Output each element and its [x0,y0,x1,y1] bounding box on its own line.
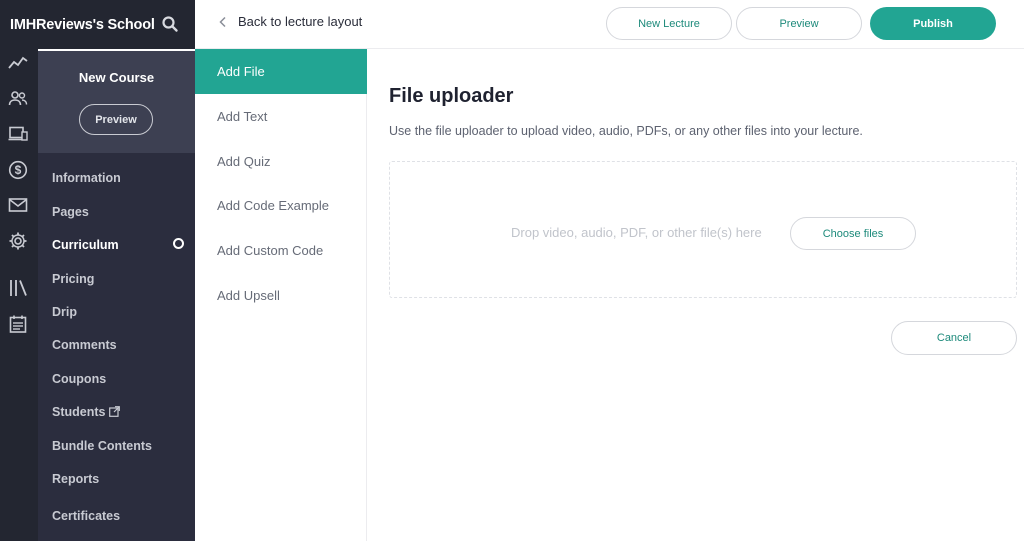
nav-item-pages[interactable]: Pages [52,205,89,219]
nav-item-curriculum[interactable]: Curriculum [52,238,119,252]
publish-button[interactable]: Publish [870,7,996,40]
nav-item-drip[interactable]: Drip [52,305,77,319]
add-quiz-item[interactable]: Add Quiz [195,139,367,184]
nav-item-students-label: Students [52,405,106,419]
course-header: New Course Preview [38,51,195,153]
preview-button[interactable]: Preview [736,7,862,40]
devices-icon[interactable] [7,124,29,144]
add-file-item[interactable]: Add File [195,49,367,94]
nav-item-comments[interactable]: Comments [52,338,117,352]
users-icon[interactable] [7,89,29,109]
icon-rail: $ [0,49,38,541]
file-uploader-panel: File uploader Use the file uploader to u… [389,49,1024,541]
course-title: New Course [78,70,155,85]
mail-icon[interactable] [7,195,29,215]
chevron-left-icon [219,16,226,27]
nav-item-students[interactable]: Students [52,405,121,419]
course-preview-button[interactable]: Preview [79,104,153,135]
nav-item-pricing[interactable]: Pricing [52,272,94,286]
file-dropzone[interactable]: Drop video, audio, PDF, or other file(s)… [389,161,1017,298]
active-indicator-icon [173,238,184,249]
back-label: Back to lecture layout [238,14,363,29]
gear-icon[interactable] [7,231,29,251]
calendar-icon[interactable] [7,314,29,334]
search-icon[interactable] [160,14,180,34]
add-upsell-item[interactable]: Add Upsell [195,273,367,318]
school-name[interactable]: IMHReviews's School [10,17,155,33]
trend-chart-icon[interactable] [7,53,29,73]
nav-item-bundle-contents[interactable]: Bundle Contents [52,439,152,453]
uploader-description: Use the file uploader to upload video, a… [389,124,863,138]
back-to-lecture-layout-link[interactable]: Back to lecture layout [217,14,362,29]
course-nav: New Course Preview Information Pages Cur… [38,51,195,541]
nav-item-information[interactable]: Information [52,171,121,185]
nav-item-certificates[interactable]: Certificates [52,509,120,523]
add-text-item[interactable]: Add Text [195,94,367,139]
nav-item-coupons[interactable]: Coupons [52,372,106,386]
drop-hint: Drop video, audio, PDF, or other file(s)… [511,225,762,240]
school-header: IMHReviews's School [0,0,195,49]
add-custom-code-item[interactable]: Add Custom Code [195,228,367,273]
top-bar: Back to lecture layout New Lecture Previ… [195,0,1024,49]
nav-item-reports[interactable]: Reports [52,472,99,486]
choose-files-button[interactable]: Choose files [790,217,916,250]
page-title: File uploader [389,85,514,107]
library-icon[interactable] [7,278,29,298]
dollar-icon[interactable]: $ [7,160,29,180]
svg-text:$: $ [15,163,22,177]
new-lecture-button[interactable]: New Lecture [606,7,732,40]
cancel-button[interactable]: Cancel [891,321,1017,355]
content-menu: Add File Add Text Add Quiz Add Code Exam… [195,49,367,541]
add-code-example-item[interactable]: Add Code Example [195,183,367,228]
external-link-icon [109,406,121,417]
